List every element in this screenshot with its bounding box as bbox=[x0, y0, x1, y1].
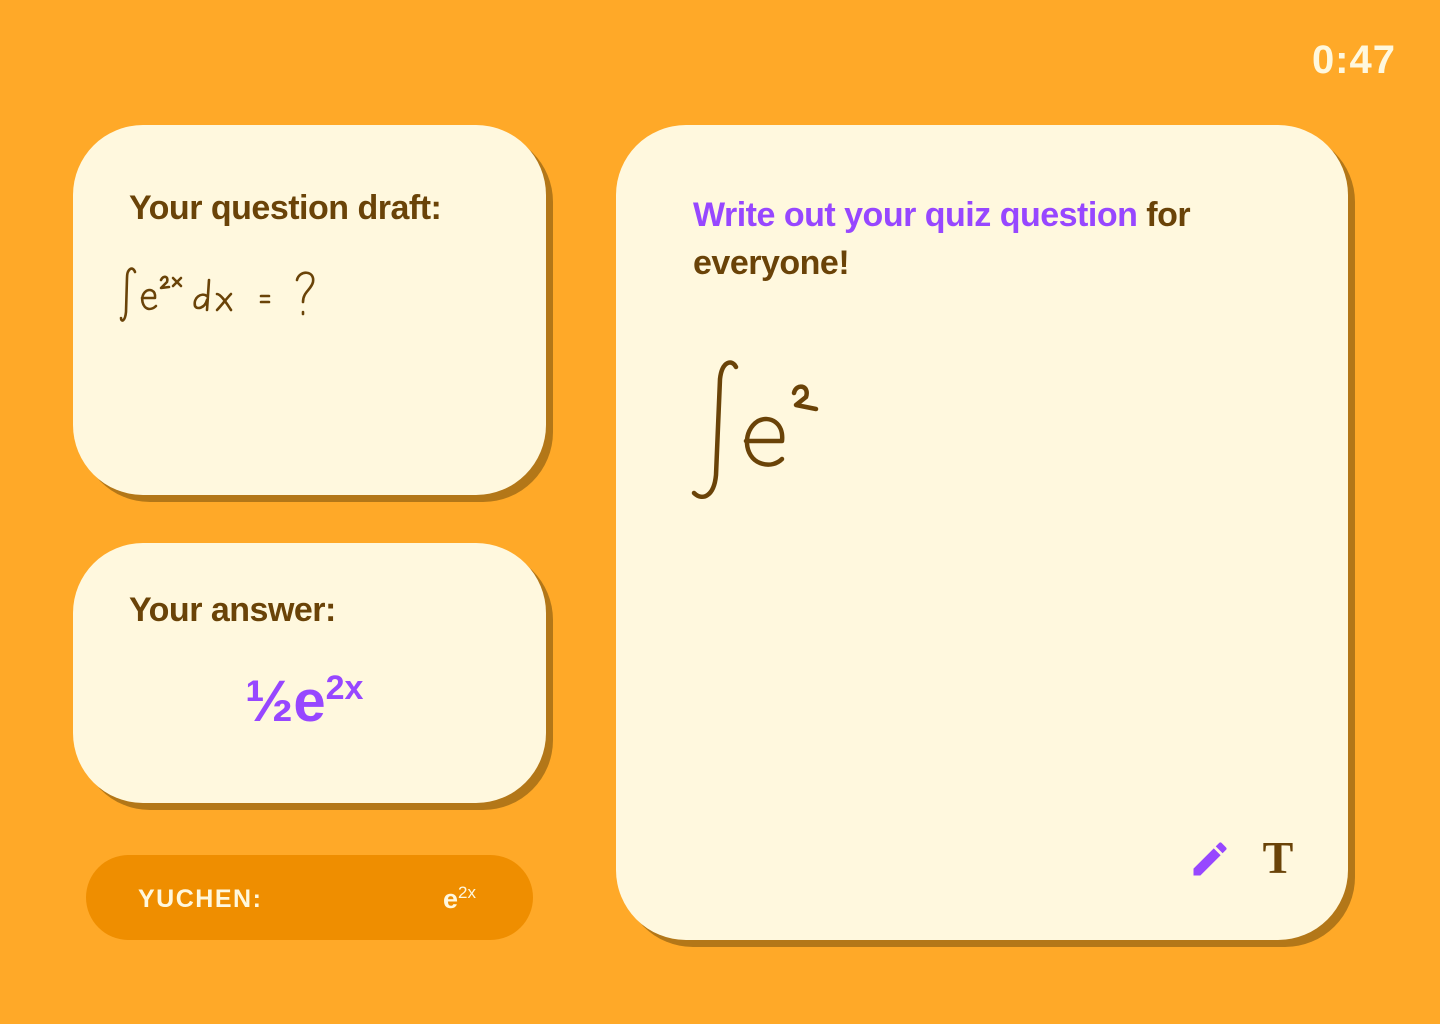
player-answer-bar: YUCHEN: e2x bbox=[86, 855, 533, 940]
pencil-icon bbox=[1193, 842, 1227, 876]
question-draft-handwriting bbox=[119, 267, 315, 322]
player-answer: e2x bbox=[443, 883, 476, 915]
canvas-prompt: Write out your quiz question for everyon… bbox=[693, 191, 1283, 287]
answer-expression: ½e2x bbox=[245, 671, 363, 731]
answer-card: Your answer: ½e2x bbox=[73, 543, 546, 803]
player-name: YUCHEN: bbox=[138, 885, 263, 913]
question-draft-title: Your question draft: bbox=[129, 189, 442, 227]
countdown-timer: 0:47 bbox=[1311, 38, 1396, 82]
answer-title: Your answer: bbox=[129, 591, 336, 629]
answer-exponent: 2x bbox=[325, 669, 364, 707]
text-tool-button[interactable]: T bbox=[1258, 833, 1298, 883]
canvas-handwriting bbox=[691, 360, 819, 499]
player-answer-base: e bbox=[443, 884, 459, 914]
pencil-tool-button[interactable] bbox=[1188, 837, 1232, 881]
answer-base: e bbox=[293, 669, 326, 734]
player-answer-exponent: 2x bbox=[458, 883, 476, 902]
drawing-canvas-card[interactable]: Write out your quiz question for everyon… bbox=[616, 125, 1348, 940]
answer-fraction: ½ bbox=[245, 669, 294, 734]
question-draft-card: Your question draft: bbox=[73, 125, 546, 495]
canvas-prompt-accent: Write out your quiz question bbox=[693, 196, 1138, 234]
